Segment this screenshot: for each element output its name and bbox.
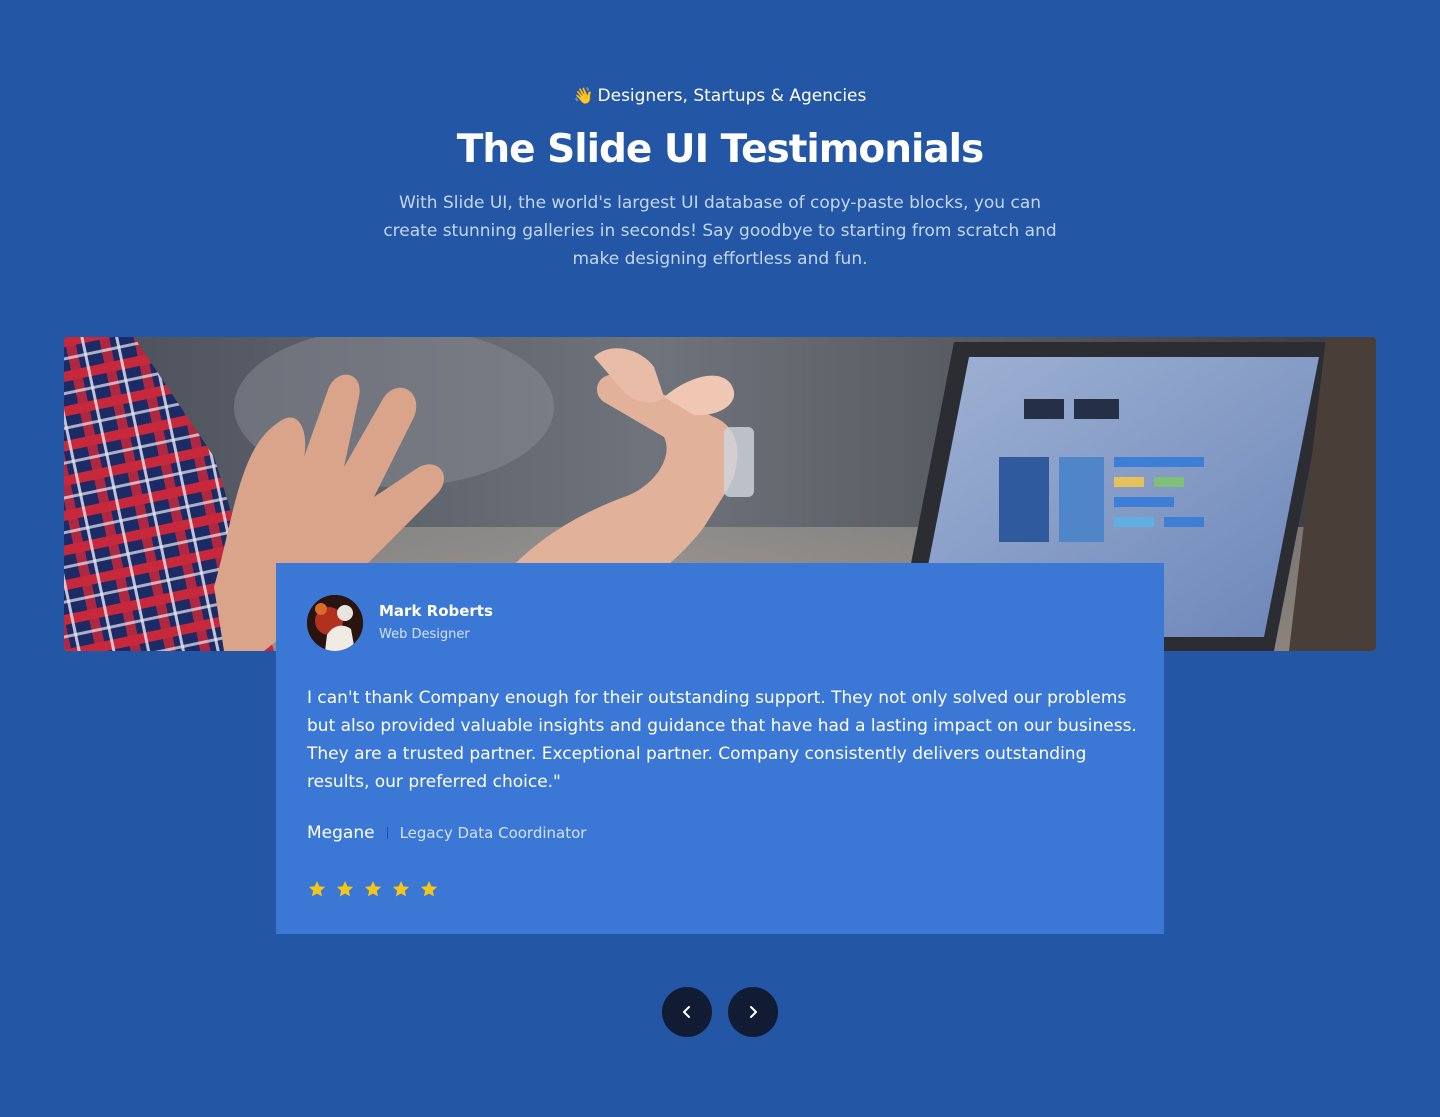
signature-role: Legacy Data Coordinator xyxy=(399,824,587,842)
signature-name: Megane xyxy=(307,823,375,843)
testimonial-card: Mark Roberts Web Designer I can't thank … xyxy=(276,563,1164,934)
signature: Megane Legacy Data Coordinator xyxy=(307,820,586,846)
page-title: The Slide UI Testimonials xyxy=(456,127,984,172)
avatar-photo-icon xyxy=(307,595,363,651)
chevron-right-icon xyxy=(750,1006,757,1018)
previous-button[interactable] xyxy=(662,987,712,1037)
chevron-left-icon xyxy=(683,1006,690,1018)
star-rating xyxy=(307,879,439,899)
author-name: Mark Roberts xyxy=(379,602,493,620)
next-button[interactable] xyxy=(728,987,778,1037)
eyebrow: 👋 Designers, Startups & Agencies xyxy=(0,84,1440,108)
star-icon xyxy=(336,881,354,897)
star-icon xyxy=(420,881,438,897)
section-description: With Slide UI, the world's largest UI da… xyxy=(383,193,1057,269)
star-icon xyxy=(308,881,326,897)
avatar xyxy=(307,595,363,651)
author-role: Web Designer xyxy=(379,627,470,642)
eyebrow-text: Designers, Startups & Agencies xyxy=(597,86,867,106)
testimonial-quote: I can't thank Company enough for their o… xyxy=(307,688,1137,792)
signature-divider xyxy=(386,827,388,839)
waving-hand-icon: 👋 xyxy=(573,86,594,105)
star-icon xyxy=(392,881,410,897)
star-icon xyxy=(364,881,382,897)
